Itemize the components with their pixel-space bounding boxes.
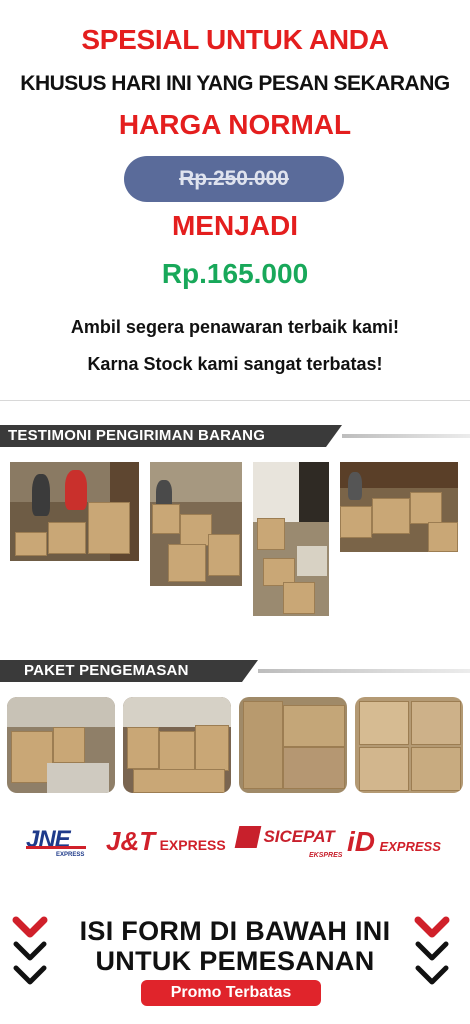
paket-header: PAKET PENGEMASAN [0,660,470,682]
testimoni-header: TESTIMONI PENGIRIMAN BARANG [0,425,470,447]
old-price-pill: Rp.250.000 [124,156,344,202]
testimoni-title: TESTIMONI PENGIRIMAN BARANG [8,427,266,444]
promo-subtitle: KHUSUS HARI INI YANG PESAN SEKARANG [20,72,450,95]
new-price: Rp.165.000 [161,258,309,289]
paket-photo-4 [355,697,463,793]
testimoni-photo-3 [253,462,329,616]
promo-line-1: Ambil segera penawaran terbaik kami! [70,317,400,337]
promo-section: SPESIAL UNTUK ANDA KHUSUS HARI INI YANG … [0,0,470,400]
id-express-logo: iD EXPRESS [347,826,441,857]
cta-line-1: ISI FORM DI BAWAH INI [79,916,391,946]
courier-logos: JNE EXPRESS J&T EXPRESS SICEPAT EKSPRES … [0,816,470,866]
testimoni-photo-2 [150,462,242,586]
chevron-down-icon [12,916,48,985]
section-divider [0,400,470,401]
jne-logo: JNE EXPRESS [26,826,86,858]
becomes-label: MENJADI [171,210,298,241]
promo-badge: Promo Terbatas [141,980,321,1006]
paket-photo-3 [239,697,347,793]
paket-photo-1 [7,697,115,793]
paket-photo-2 [123,697,231,793]
chevron-down-icon [414,916,450,985]
normal-price-label: HARGA NORMAL [118,109,352,140]
paket-title: PAKET PENGEMASAN [24,662,189,679]
jnt-logo: J&T EXPRESS [106,826,226,856]
cta-line-2: UNTUK PEMESANAN [95,946,375,976]
promo-line-2: Karna Stock kami sangat terbatas! [87,354,383,374]
sicepat-logo: SICEPAT EKSPRES [234,826,342,859]
testimoni-photo-1 [10,462,139,561]
promo-title: SPESIAL UNTUK ANDA [81,24,389,55]
old-price: Rp.250.000 [179,167,289,190]
testimoni-photo-4 [340,462,458,552]
